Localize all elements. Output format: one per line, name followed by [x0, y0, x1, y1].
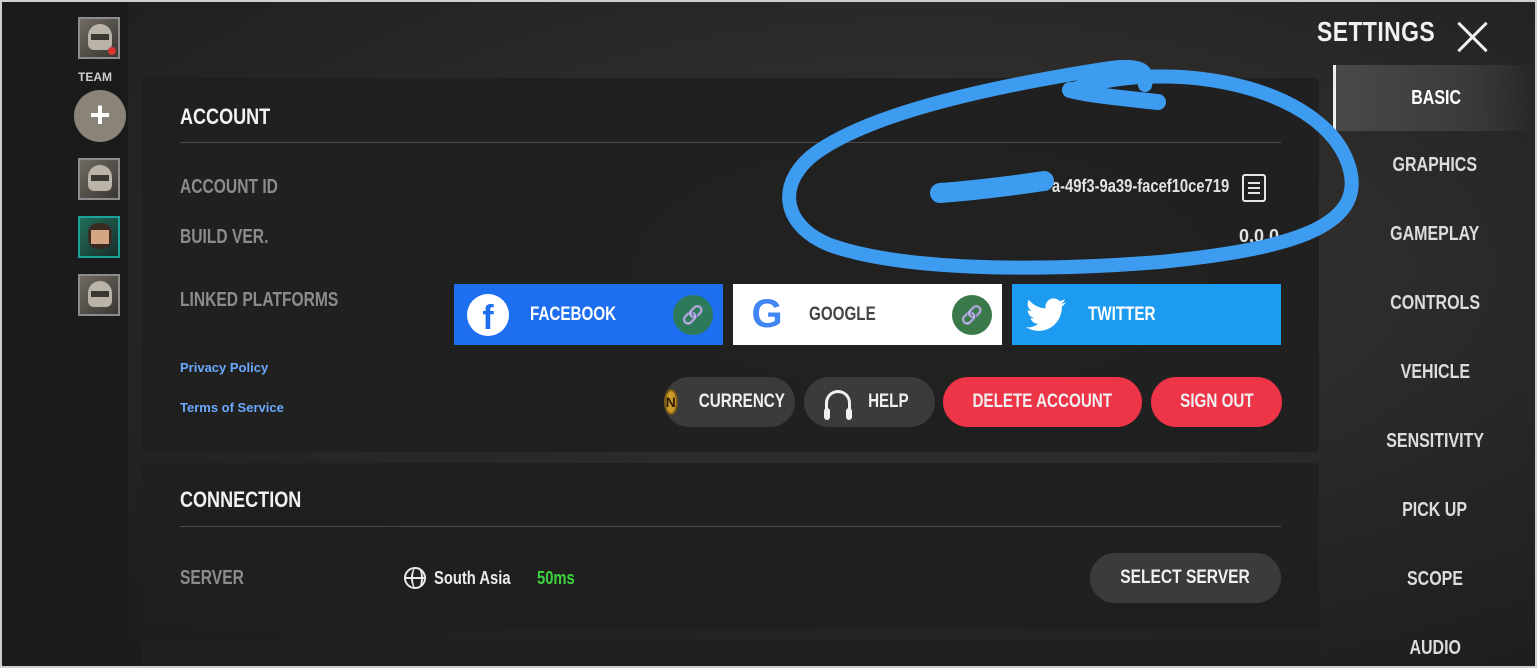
team-label: TEAM: [78, 70, 112, 84]
teammate-avatar[interactable]: [78, 216, 120, 258]
tab-pick-up[interactable]: PICK UP: [1333, 476, 1537, 545]
account-panel: ACCOUNT ACCOUNT ID a-49f3-9a39-facef10ce…: [142, 78, 1319, 452]
facebook-button[interactable]: f FACEBOOK: [454, 284, 723, 345]
select-server-button[interactable]: SELECT SERVER: [1090, 553, 1281, 603]
connection-title: CONNECTION: [180, 487, 302, 512]
help-button[interactable]: HELP: [804, 377, 935, 427]
privacy-policy-link[interactable]: Privacy Policy: [180, 360, 268, 375]
link-icon: [952, 295, 992, 335]
tab-gameplay[interactable]: GAMEPLAY: [1333, 200, 1537, 269]
google-icon: G: [751, 292, 783, 336]
headset-icon: [824, 390, 853, 420]
tab-vehicle[interactable]: VEHICLE: [1333, 338, 1537, 407]
currency-button[interactable]: N CURRENCY: [663, 377, 795, 427]
tab-audio[interactable]: AUDIO: [1333, 614, 1537, 668]
facebook-icon: f: [467, 293, 509, 337]
teammate-avatar[interactable]: [78, 158, 120, 200]
next-panel: [142, 640, 1319, 668]
ping-value: 50ms: [537, 567, 576, 588]
divider: [180, 142, 1281, 143]
tab-controls[interactable]: CONTROLS: [1333, 269, 1537, 338]
terms-of-service-link[interactable]: Terms of Service: [180, 400, 284, 415]
connection-panel: CONNECTION SERVER South Asia 50ms SELECT…: [142, 463, 1319, 629]
account-title: ACCOUNT: [180, 104, 271, 129]
team-sidebar: TEAM +: [0, 0, 128, 668]
google-button[interactable]: G GOOGLE: [733, 284, 1002, 345]
globe-icon: [404, 567, 426, 589]
delete-account-button[interactable]: DELETE ACCOUNT: [943, 377, 1142, 427]
tab-basic[interactable]: BASIC: [1333, 65, 1537, 131]
add-teammate-button[interactable]: +: [74, 90, 126, 142]
teammate-avatar[interactable]: [78, 274, 120, 316]
account-id-label: ACCOUNT ID: [180, 176, 278, 198]
copy-icon[interactable]: [1242, 174, 1266, 202]
twitter-button[interactable]: TWITTER: [1012, 284, 1281, 345]
build-ver-value: 0.0.0: [1238, 226, 1279, 246]
twitter-icon: [1026, 297, 1066, 331]
linked-platforms-label: LINKED PLATFORMS: [180, 289, 339, 311]
currency-coin-icon: N: [663, 389, 678, 415]
divider: [180, 526, 1281, 527]
build-ver-label: BUILD VER.: [180, 226, 269, 248]
server-value: South Asia 50ms: [404, 567, 583, 589]
sign-out-button[interactable]: SIGN OUT: [1151, 377, 1282, 427]
settings-title: SETTINGS: [1317, 16, 1436, 47]
player-avatar[interactable]: [78, 17, 120, 59]
tab-graphics[interactable]: GRAPHICS: [1333, 131, 1537, 200]
server-label: SERVER: [180, 567, 244, 589]
link-icon: [673, 295, 713, 335]
account-id-value: a-49f3-9a39-facef10ce719: [1051, 176, 1229, 196]
close-icon[interactable]: [1454, 17, 1490, 53]
tab-sensitivity[interactable]: SENSITIVITY: [1333, 407, 1537, 476]
settings-tabs: BASIC GRAPHICS GAMEPLAY CONTROLS VEHICLE…: [1333, 65, 1537, 668]
tab-scope[interactable]: SCOPE: [1333, 545, 1537, 614]
